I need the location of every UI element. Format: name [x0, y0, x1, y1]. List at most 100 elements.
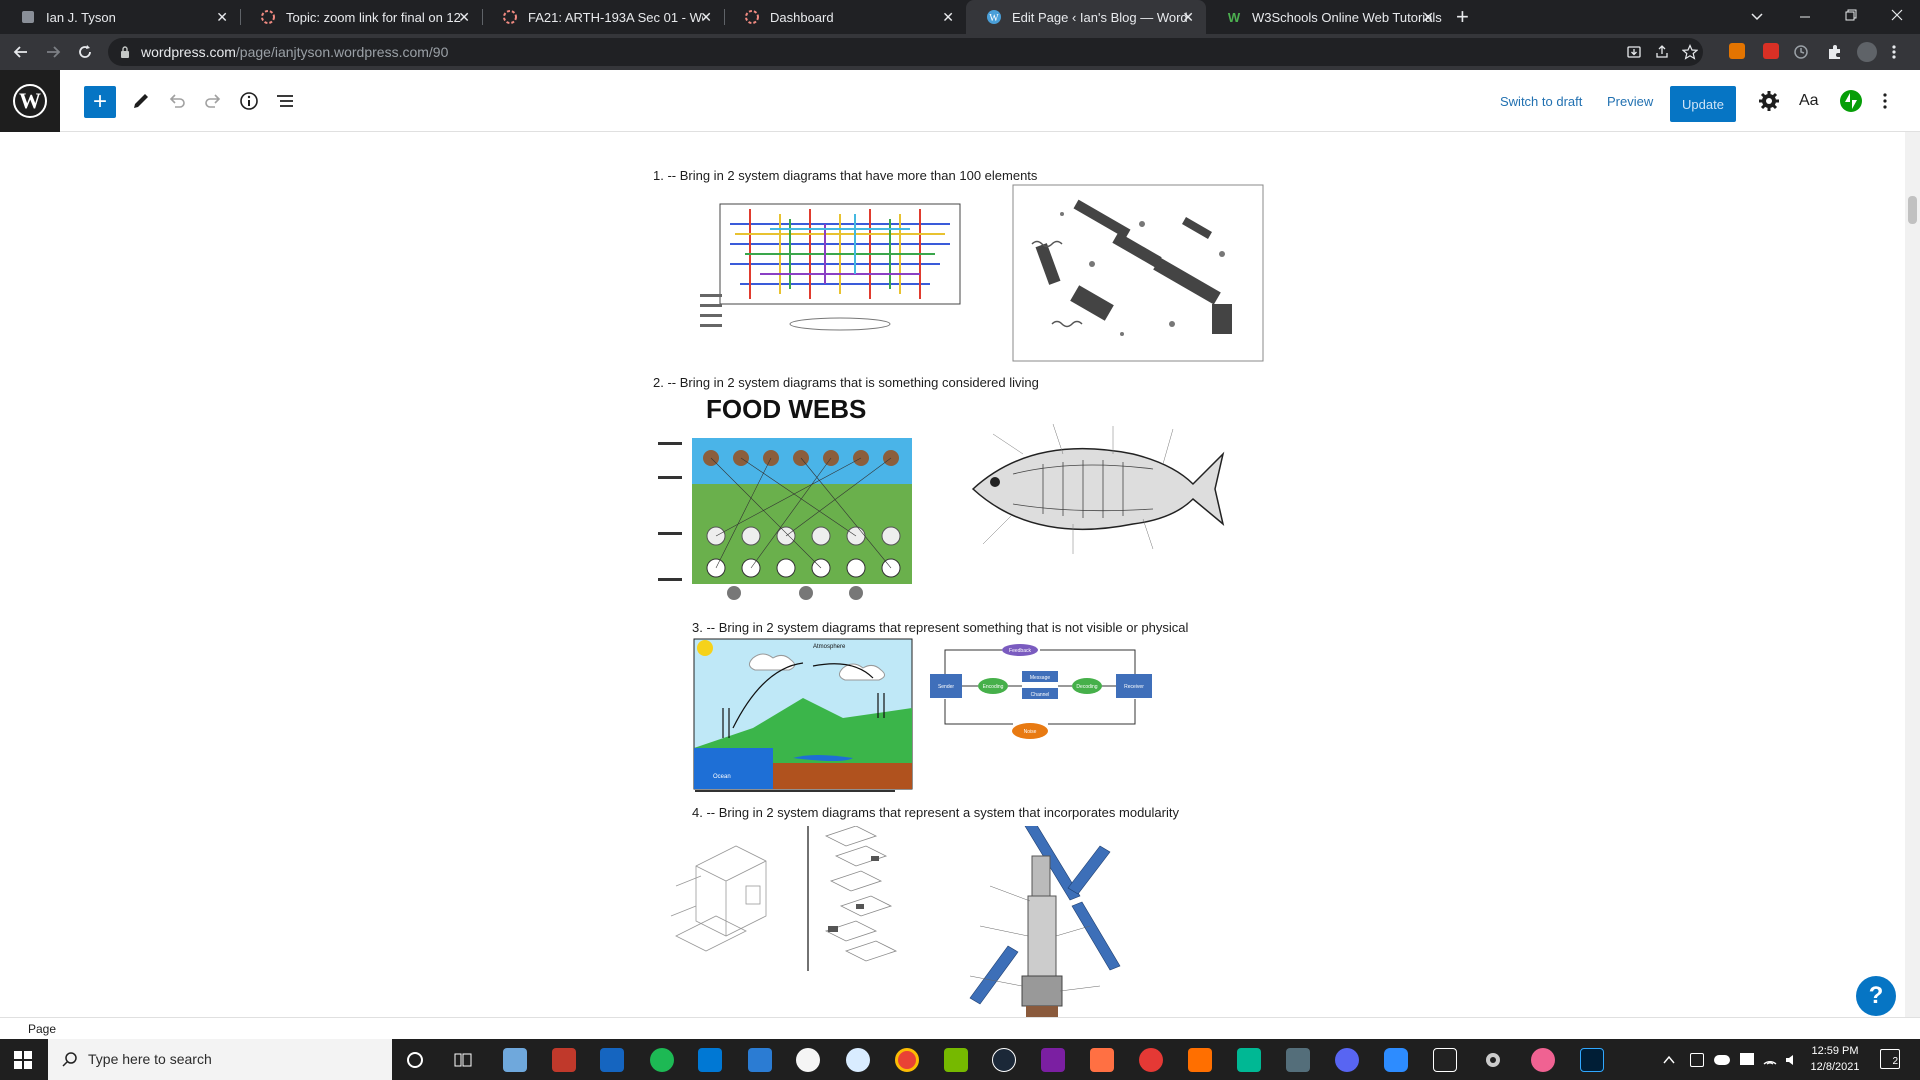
heading-4[interactable]: 4. -- Bring in 2 system diagrams that re… — [692, 805, 1179, 820]
extensions-puzzle-icon[interactable] — [1826, 43, 1844, 61]
show-hidden-icons-chevron-icon[interactable] — [1662, 1053, 1676, 1067]
app-icon[interactable] — [552, 1048, 576, 1072]
spotify-icon[interactable] — [650, 1048, 674, 1072]
app-icon[interactable] — [1286, 1048, 1310, 1072]
battery-icon[interactable] — [1740, 1053, 1754, 1065]
volume-icon[interactable] — [1784, 1052, 1800, 1068]
heading-3[interactable]: 3. -- Bring in 2 system diagrams that re… — [692, 620, 1188, 635]
itunes-icon[interactable] — [796, 1048, 820, 1072]
settings-gear-icon[interactable] — [1758, 90, 1780, 112]
tab-topic-zoom[interactable]: Topic: zoom link for final on 12/9 ✕ — [240, 0, 482, 34]
steam-icon[interactable] — [992, 1048, 1016, 1072]
photoshop-icon[interactable] — [1580, 1048, 1604, 1072]
communication-model-diagram-image[interactable]: Feedback Sender Encoding Message Channel… — [930, 644, 1156, 754]
files-app-icon[interactable] — [503, 1048, 527, 1072]
switch-to-draft-button[interactable]: Switch to draft — [1500, 94, 1582, 109]
share-icon[interactable] — [1654, 44, 1670, 60]
profile-avatar[interactable] — [1857, 42, 1877, 62]
options-menu-icon[interactable] — [1882, 92, 1888, 110]
address-bar[interactable]: wordpress.com/page/ianjtyson.wordpress.c… — [108, 38, 1703, 66]
taskbar-clock[interactable]: 12:59 PM 12/8/2021 — [1800, 1043, 1870, 1075]
redo-icon[interactable] — [202, 90, 224, 112]
wiring-diagram-image[interactable] — [690, 184, 990, 344]
undo-icon[interactable] — [166, 90, 188, 112]
window-close-icon[interactable] — [1890, 8, 1904, 22]
water-cycle-diagram-image[interactable]: Atmosphere Ocean — [693, 638, 913, 800]
settings-icon[interactable] — [1482, 1049, 1504, 1071]
vertical-scrollbar[interactable] — [1905, 132, 1920, 1017]
tab-arth-193a[interactable]: FA21: ARTH-193A Sec 01 - World ✕ — [482, 0, 724, 34]
discord-icon[interactable] — [1335, 1048, 1359, 1072]
tab-close-icon[interactable]: ✕ — [1422, 9, 1434, 26]
tab-close-icon[interactable]: ✕ — [216, 9, 228, 26]
app-icon[interactable] — [1237, 1048, 1261, 1072]
tab-close-icon[interactable]: ✕ — [942, 9, 954, 26]
pencil-icon[interactable] — [130, 90, 152, 112]
app-icon[interactable] — [1041, 1048, 1065, 1072]
update-button[interactable]: Update — [1670, 86, 1736, 122]
mail-icon[interactable] — [698, 1048, 722, 1072]
wordpress-logo[interactable]: W — [0, 70, 60, 132]
reload-icon[interactable] — [76, 43, 94, 61]
fish-anatomy-diagram-image[interactable] — [953, 414, 1229, 564]
tab-ian-tyson[interactable]: Ian J. Tyson ✕ — [0, 0, 240, 34]
history-icon[interactable] — [1792, 43, 1810, 61]
app-icon[interactable] — [1090, 1048, 1114, 1072]
lock-icon[interactable] — [120, 46, 130, 58]
tab-close-icon[interactable]: ✕ — [700, 9, 712, 26]
tab-close-icon[interactable]: ✕ — [1182, 9, 1194, 26]
list-view-icon[interactable] — [274, 90, 296, 112]
tab-w3schools[interactable]: W W3Schools Online Web Tutorials ✕ — [1206, 0, 1446, 34]
food-web-diagram-image[interactable]: FOOD WEBS — [656, 394, 916, 602]
store-app-icon[interactable] — [600, 1048, 624, 1072]
wifi-icon[interactable] — [1762, 1052, 1778, 1068]
chrome-menu-icon[interactable] — [1891, 43, 1897, 61]
windows-start-icon[interactable] — [14, 1051, 32, 1069]
app-icon[interactable] — [846, 1048, 870, 1072]
restore-icon[interactable] — [1844, 8, 1858, 22]
breadcrumb[interactable]: Page — [28, 1022, 56, 1036]
editor-header: W + Switch to draft Preview Update Aa — [0, 70, 1920, 132]
tab-edit-page[interactable]: W Edit Page ‹ Ian's Blog — WordPre ✕ — [966, 0, 1206, 34]
details-info-icon[interactable] — [238, 90, 260, 112]
zoom-icon[interactable] — [1384, 1048, 1408, 1072]
forward-icon[interactable] — [44, 43, 62, 61]
tab-dashboard[interactable]: Dashboard ✕ — [724, 0, 966, 34]
bookmark-star-icon[interactable] — [1682, 44, 1698, 60]
app-icon[interactable] — [1188, 1048, 1212, 1072]
new-tab-button[interactable]: + — [1456, 4, 1469, 30]
editor-footer: Page — [0, 1017, 1920, 1039]
minimize-icon[interactable] — [1798, 10, 1812, 24]
cortana-icon[interactable] — [406, 1051, 424, 1069]
help-button[interactable]: ? — [1856, 976, 1896, 1016]
calculator-icon[interactable] — [748, 1048, 772, 1072]
tray-icon[interactable] — [1690, 1053, 1704, 1067]
editor-canvas: 1. -- Bring in 2 system diagrams that ha… — [0, 132, 1905, 1017]
jetpack-icon[interactable] — [1839, 89, 1863, 113]
task-view-icon[interactable] — [454, 1051, 472, 1069]
epic-games-icon[interactable] — [1433, 1048, 1457, 1072]
app-icon[interactable] — [1531, 1048, 1555, 1072]
extension-icon[interactable] — [1729, 43, 1745, 59]
add-block-button[interactable]: + — [84, 86, 116, 118]
install-icon[interactable] — [1626, 44, 1642, 60]
tab-close-icon[interactable]: ✕ — [458, 9, 470, 26]
modular-building-diagram-image[interactable] — [656, 826, 918, 976]
extension-icon[interactable] — [1763, 43, 1779, 59]
text-style-button[interactable]: Aa — [1799, 92, 1819, 110]
tab-search-icon[interactable] — [1750, 10, 1764, 24]
scrollbar-thumb[interactable] — [1908, 196, 1917, 224]
preview-button[interactable]: Preview — [1607, 94, 1653, 109]
back-icon[interactable] — [12, 43, 30, 61]
heading-1[interactable]: 1. -- Bring in 2 system diagrams that ha… — [653, 168, 1037, 183]
onedrive-icon[interactable] — [1714, 1055, 1730, 1065]
heading-2[interactable]: 2. -- Bring in 2 system diagrams that is… — [653, 375, 1039, 390]
browser-tab-strip: Ian J. Tyson ✕ Topic: zoom link for fina… — [0, 0, 1920, 34]
exploded-parts-diagram-image[interactable] — [1012, 184, 1264, 362]
taskbar-search-box[interactable]: Type here to search — [48, 1039, 392, 1080]
app-icon[interactable] — [944, 1048, 968, 1072]
app-icon[interactable] — [1139, 1048, 1163, 1072]
notification-center-button[interactable]: 2 — [1880, 1049, 1900, 1069]
space-station-diagram-image[interactable] — [950, 826, 1150, 1017]
chrome-icon[interactable] — [895, 1048, 919, 1072]
